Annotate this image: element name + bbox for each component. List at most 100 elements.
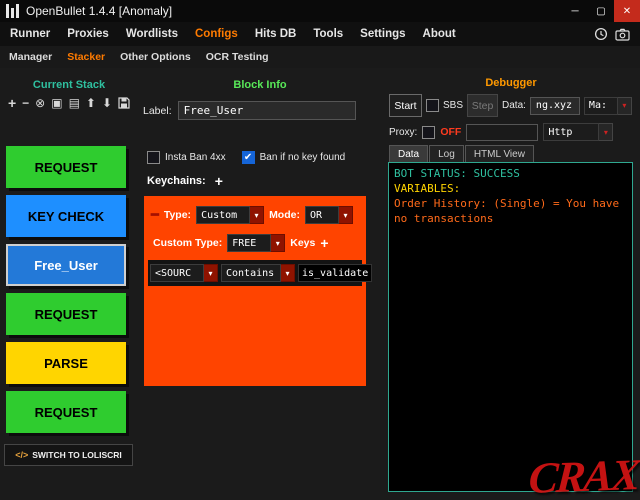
proxy-status: OFF bbox=[440, 126, 461, 138]
type-caption: Type: bbox=[164, 209, 191, 221]
debugger-title: Debugger bbox=[388, 77, 634, 89]
chevron-down-icon: ▾ bbox=[618, 97, 632, 115]
sbs-checkbox[interactable] bbox=[426, 99, 439, 112]
remove-keychain-icon[interactable]: ━ bbox=[151, 207, 159, 223]
block-label: Free_User bbox=[34, 258, 98, 273]
paste-block-icon[interactable]: ▤ bbox=[69, 96, 80, 110]
menu-wordlists[interactable]: Wordlists bbox=[126, 28, 178, 40]
menu-tools[interactable]: Tools bbox=[313, 28, 343, 40]
keychain-mode-dropdown[interactable]: OR ▾ bbox=[305, 206, 353, 224]
variable-value-line: Order History: (Single) = You have no tr… bbox=[394, 196, 627, 226]
stack-block-list: REQUEST KEY CHECK Free_User REQUEST PARS… bbox=[6, 146, 128, 433]
configs-submenu: Manager Stacker Other Options OCR Testin… bbox=[0, 46, 640, 68]
keychain-type-value: Custom bbox=[196, 206, 250, 224]
wordlist-type-value: Ma: bbox=[584, 97, 618, 115]
chevron-down-icon: ▾ bbox=[271, 234, 285, 252]
wordlist-type-dropdown[interactable]: Ma: ▾ bbox=[584, 97, 632, 115]
keychain-panel: ━ Type: Custom ▾ Mode: OR ▾ Custom Type:… bbox=[144, 196, 366, 386]
move-down-icon[interactable]: ⬇ bbox=[102, 96, 112, 110]
stack-block-request-1[interactable]: REQUEST bbox=[6, 146, 126, 188]
debugger-tabs: Data Log HTML View bbox=[389, 145, 535, 162]
menu-settings[interactable]: Settings bbox=[360, 28, 405, 40]
key-comparer-dropdown[interactable]: Contains ▾ bbox=[221, 264, 295, 282]
custom-type-value: FREE bbox=[227, 234, 271, 252]
keychain-type-dropdown[interactable]: Custom ▾ bbox=[196, 206, 264, 224]
stack-block-request-3[interactable]: REQUEST bbox=[6, 391, 126, 433]
ban-no-key-label: Ban if no key found bbox=[260, 152, 346, 163]
proxy-type-value: Http bbox=[543, 123, 599, 141]
data-caption: Data: bbox=[502, 100, 526, 111]
screenshot-camera-icon[interactable] bbox=[615, 28, 630, 41]
mode-caption: Mode: bbox=[269, 209, 300, 221]
chevron-down-icon: ▾ bbox=[250, 206, 264, 224]
key-row: <SOURC ▾ Contains ▾ bbox=[148, 260, 362, 286]
bot-status-line: BOT STATUS: SUCCESS bbox=[394, 166, 627, 181]
chevron-down-icon: ▾ bbox=[204, 264, 218, 282]
openbullet-window: OpenBullet 1.4.4 [Anomaly] ─ ▢ ✕ Runner … bbox=[0, 0, 640, 500]
step-button[interactable]: Step bbox=[467, 94, 498, 117]
close-button[interactable]: ✕ bbox=[614, 0, 640, 22]
main-menu: Runner Proxies Wordlists Configs Hits DB… bbox=[0, 22, 640, 46]
app-logo-icon bbox=[6, 4, 19, 18]
key-comparer-value: Contains bbox=[221, 264, 281, 282]
key-source-dropdown[interactable]: <SOURC ▾ bbox=[150, 264, 218, 282]
tab-manager[interactable]: Manager bbox=[9, 51, 52, 63]
stack-block-parse[interactable]: PARSE bbox=[6, 342, 126, 384]
stack-toolbar: + − ⊗ ▣ ▤ ⬆ ⬇ bbox=[0, 96, 138, 110]
proxy-input[interactable] bbox=[466, 124, 538, 141]
current-stack-title: Current Stack bbox=[0, 79, 138, 91]
variables-line: VARIABLES: bbox=[394, 181, 627, 196]
maximize-button[interactable]: ▢ bbox=[588, 0, 614, 22]
block-label: REQUEST bbox=[35, 307, 98, 322]
debugger-output[interactable]: BOT STATUS: SUCCESS VARIABLES: Order His… bbox=[388, 162, 633, 492]
clear-stack-icon[interactable]: ⊗ bbox=[35, 96, 45, 110]
keychain-mode-value: OR bbox=[305, 206, 339, 224]
start-button[interactable]: Start bbox=[389, 94, 422, 117]
menu-hitsdb[interactable]: Hits DB bbox=[255, 28, 297, 40]
proxy-checkbox[interactable] bbox=[422, 126, 435, 139]
key-value-input[interactable] bbox=[298, 264, 372, 282]
stack-block-keycheck[interactable]: KEY CHECK bbox=[6, 195, 126, 237]
clock-icon[interactable] bbox=[594, 27, 608, 41]
tab-ocr-testing[interactable]: OCR Testing bbox=[206, 51, 269, 63]
save-config-icon[interactable] bbox=[118, 97, 130, 109]
title-bar: OpenBullet 1.4.4 [Anomaly] ─ ▢ ✕ bbox=[0, 0, 640, 22]
custom-type-caption: Custom Type: bbox=[153, 237, 222, 249]
tab-stacker[interactable]: Stacker bbox=[67, 51, 105, 63]
add-key-icon[interactable]: + bbox=[320, 237, 328, 249]
tab-html-view[interactable]: HTML View bbox=[465, 145, 534, 162]
insta-ban-checkbox[interactable] bbox=[147, 151, 160, 164]
keys-caption: Keys bbox=[290, 237, 315, 249]
proxy-type-dropdown[interactable]: Http ▾ bbox=[543, 123, 613, 141]
switch-to-loliscript-button[interactable]: </> SWITCH TO LOLISCRI bbox=[4, 444, 133, 466]
debugger-data-input[interactable] bbox=[530, 97, 580, 115]
move-up-icon[interactable]: ⬆ bbox=[86, 96, 96, 110]
clone-block-icon[interactable]: ▣ bbox=[51, 96, 62, 110]
block-label: KEY CHECK bbox=[28, 209, 104, 224]
stack-block-free-user-selected[interactable]: Free_User bbox=[6, 244, 126, 286]
block-label: REQUEST bbox=[35, 405, 98, 420]
stack-block-request-2[interactable]: REQUEST bbox=[6, 293, 126, 335]
tab-other-options[interactable]: Other Options bbox=[120, 51, 191, 63]
window-title: OpenBullet 1.4.4 [Anomaly] bbox=[26, 4, 172, 18]
menu-proxies[interactable]: Proxies bbox=[67, 28, 109, 40]
block-label: PARSE bbox=[44, 356, 88, 371]
ban-no-key-checkbox[interactable]: ✔ bbox=[242, 151, 255, 164]
add-block-icon[interactable]: + bbox=[8, 96, 16, 110]
chevron-down-icon: ▾ bbox=[599, 123, 613, 141]
label-caption: Label: bbox=[143, 105, 172, 117]
minimize-button[interactable]: ─ bbox=[562, 0, 588, 22]
tab-log[interactable]: Log bbox=[429, 145, 464, 162]
remove-block-icon[interactable]: − bbox=[22, 96, 29, 110]
code-icon: </> bbox=[15, 450, 28, 460]
tab-data[interactable]: Data bbox=[389, 145, 428, 162]
insta-ban-label: Insta Ban 4xx bbox=[165, 152, 226, 163]
menu-about[interactable]: About bbox=[423, 28, 456, 40]
block-label: REQUEST bbox=[35, 160, 98, 175]
sbs-label: SBS bbox=[443, 100, 463, 111]
add-keychain-icon[interactable]: + bbox=[215, 175, 223, 187]
block-label-input[interactable] bbox=[178, 101, 356, 120]
menu-configs[interactable]: Configs bbox=[195, 28, 238, 40]
custom-type-dropdown[interactable]: FREE ▾ bbox=[227, 234, 285, 252]
menu-runner[interactable]: Runner bbox=[10, 28, 50, 40]
